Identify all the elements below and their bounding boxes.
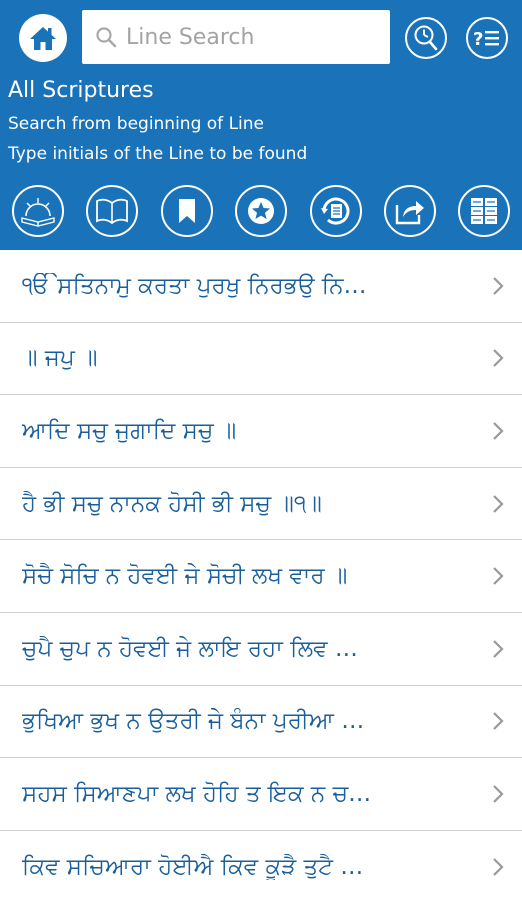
results-list: ੴ ਸਤਿਨਾਮੁ ਕਰਤਾ ਪੁਰਖੁ ਨਿਰਭਉ ਨਿ… ॥ ਜਪੁ ॥ ਆ… [0, 250, 522, 900]
chevron-right-icon [493, 277, 504, 295]
list-item[interactable]: ਭੁਖਿਆ ਭੁਖ ਨ ਉਤਰੀ ਜੇ ਬੰਨਾ ਪੁਰੀਆ … [0, 685, 522, 759]
line-text: ਕਿਵ ਸਚਿਆਰਾ ਹੋਈਐ ਕਿਵ ਕੂੜੈ ਤੁਟੈ … [22, 853, 364, 880]
list-item[interactable]: ਸੋਚੈ ਸੋਚਿ ਨ ਹੋਵਈ ਜੇ ਸੋਚੀ ਲਖ ਵਾਰ ॥ [0, 540, 522, 613]
line-text: ॥ ਜਪੁ ॥ [22, 345, 98, 372]
chevron-right-icon [493, 639, 504, 658]
star-icon [248, 198, 274, 224]
search-hint-text: Type initials of the Line to be found [8, 144, 308, 164]
history-search-button[interactable] [405, 17, 447, 59]
list-item[interactable]: ੴ ਸਤਿਨਾਮੁ ਕਰਤਾ ਪੁਰਖੁ ਨਿਰਭਉ ਨਿ… [0, 250, 522, 323]
list-item[interactable]: ਕਿਵ ਸਚਿਆਰਾ ਹੋਈਐ ਕਿਵ ਕੂੜੈ ਤੁਟੈ … [0, 830, 522, 900]
chevron-right-icon [493, 567, 504, 585]
menu-button[interactable] [458, 185, 510, 237]
history-button[interactable] [310, 185, 362, 237]
line-text: ਹੈ ਭੀ ਸਚੁ ਨਾਨਕ ਹੋਸੀ ਭੀ ਸਚੁ ॥੧॥ [22, 490, 322, 517]
scripture-sunrise-icon [21, 198, 55, 227]
chevron-right-icon [493, 785, 504, 803]
search-field[interactable] [82, 10, 390, 64]
list-item[interactable]: ॥ ਜਪੁ ॥ [0, 322, 522, 396]
line-text: ਆਦਿ ਸਚੁ ਜੁਗਾਦਿ ਸਚੁ ॥ [22, 417, 237, 444]
list-item[interactable]: ਸਹਸ ਸਿਆਣਪਾ ਲਖ ਹੋਹਿ ਤ ਇਕ ਨ ਚ… [0, 758, 522, 831]
help-button[interactable]: ? [466, 17, 508, 59]
search-icon [96, 27, 117, 48]
share-button[interactable] [384, 185, 436, 237]
share-icon [395, 201, 424, 225]
line-text: ਸੋਚੈ ਸੋਚਿ ਨ ਹੋਵਈ ਜੇ ਸੋਚੀ ਲਖ ਵਾਰ ॥ [22, 563, 348, 590]
list-item[interactable]: ਆਦਿ ਸਚੁ ਜੁਗਾਦਿ ਸਚੁ ॥ [0, 395, 522, 468]
history-search-icon [414, 25, 438, 51]
line-text: ੴ ਸਤਿਨਾਮੁ ਕਰਤਾ ਪੁਰਖੁ ਨਿਰਭਉ ਨਿ… [22, 272, 367, 299]
list-item[interactable]: ਚੁਪੈ ਚੁਪ ਨ ਹੋਵਈ ਜੇ ਲਾਇ ਰਹਾ ਲਿਵ … [0, 612, 522, 686]
search-mode-text: Search from beginning of Line [8, 114, 264, 134]
line-text: ਭੁਖਿਆ ਭੁਖ ਨ ਉਤਰੀ ਜੇ ਬੰਨਾ ਪੁਰੀਆ … [22, 708, 365, 735]
bookmark-icon [179, 199, 195, 223]
svg-text:?: ? [473, 29, 483, 50]
favorites-button[interactable] [235, 185, 287, 237]
header-bar: ? All Scriptures Search from beginning o… [0, 0, 522, 250]
home-button[interactable] [19, 14, 67, 62]
search-input[interactable] [126, 24, 376, 50]
chevron-right-icon [493, 712, 504, 731]
scope-title: All Scriptures [8, 78, 154, 103]
scriptures-button[interactable] [12, 185, 64, 237]
read-button[interactable] [86, 185, 138, 237]
open-book-icon [96, 198, 128, 225]
grid-menu-icon [471, 198, 497, 224]
history-list-icon [321, 197, 350, 225]
chevron-right-icon [493, 422, 504, 440]
line-text: ਚੁਪੈ ਚੁਪ ਨ ਹੋਵਈ ਜੇ ਲਾਇ ਰਹਾ ਲਿਵ … [22, 635, 358, 662]
home-icon [30, 27, 56, 50]
help-list-icon: ? [473, 29, 499, 50]
line-text: ਸਹਸ ਸਿਆਣਪਾ ਲਖ ਹੋਹਿ ਤ ਇਕ ਨ ਚ… [22, 780, 372, 807]
list-item[interactable]: ਹੈ ਭੀ ਸਚੁ ਨਾਨਕ ਹੋਸੀ ਭੀ ਸਚੁ ॥੧॥ [0, 467, 522, 541]
chevron-right-icon [493, 857, 504, 876]
chevron-right-icon [493, 494, 504, 513]
bookmarks-button[interactable] [161, 185, 213, 237]
chevron-right-icon [493, 349, 504, 368]
